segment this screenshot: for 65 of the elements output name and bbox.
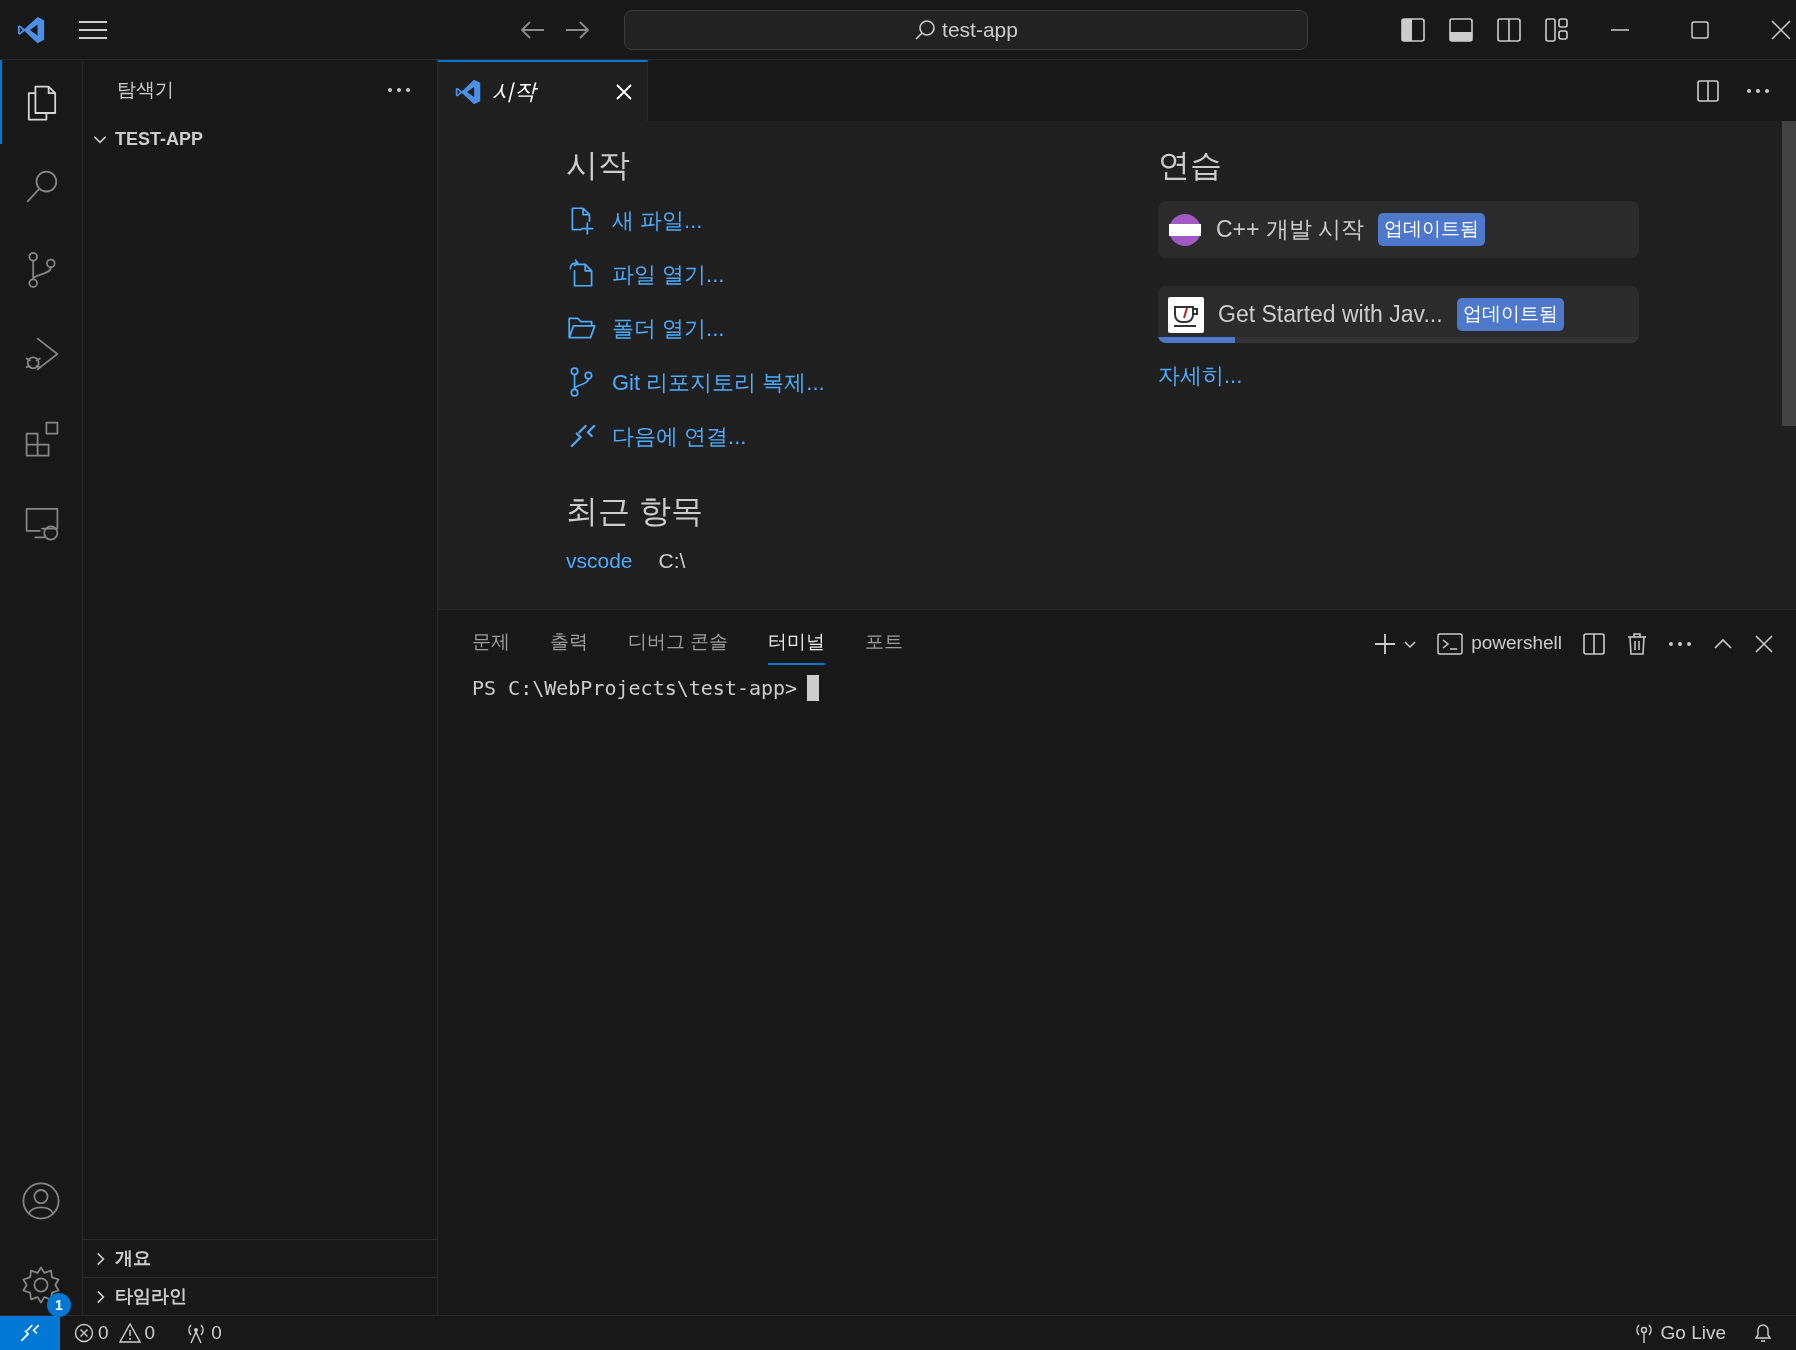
terminal-icon	[1437, 631, 1464, 656]
split-editor-icon[interactable]	[1696, 78, 1720, 103]
panel-tab[interactable]: 포트	[865, 622, 904, 665]
more-actions-icon[interactable]	[1668, 640, 1692, 647]
layout-icon[interactable]	[1544, 16, 1570, 43]
back-arrow-icon[interactable]	[520, 19, 546, 40]
error-icon	[74, 1323, 94, 1343]
recent-path: C:\	[658, 548, 686, 574]
terminal-name[interactable]: powershell	[1471, 629, 1562, 658]
command-center-search[interactable]: test-app	[624, 9, 1308, 50]
section-header[interactable]: 개요	[115, 1245, 151, 1272]
more-actions-icon[interactable]	[1746, 87, 1770, 94]
remote-button[interactable]	[0, 1316, 60, 1350]
remote-icon	[19, 1322, 41, 1344]
card-title: Get Started with Jav...	[1218, 300, 1443, 330]
logo-icon	[454, 77, 482, 106]
bell-icon[interactable]	[1752, 1322, 1774, 1344]
logo-icon	[16, 14, 46, 45]
toggle-sidebar-icon[interactable]	[1400, 16, 1426, 43]
sidebar-title: 탐색기	[117, 77, 174, 102]
panel-tab[interactable]: 출력	[550, 622, 588, 665]
more-link[interactable]: 자세히...	[1158, 359, 1243, 392]
ports-button[interactable]: 0	[185, 1318, 222, 1348]
split-layout-icon[interactable]	[1496, 16, 1522, 43]
forward-arrow-icon[interactable]	[564, 19, 590, 40]
scrollbar-thumb[interactable]	[1782, 121, 1796, 426]
section-heading: 연습	[1158, 146, 1222, 185]
menu-icon[interactable]	[78, 18, 108, 41]
close-icon[interactable]	[1770, 18, 1792, 41]
section-heading: 시작	[566, 146, 630, 185]
terminal-prompt: PS C:\WebProjects\test-app>	[472, 675, 798, 702]
section-heading: 최근 항목	[566, 492, 703, 531]
coffee-cup-icon	[1168, 296, 1204, 333]
updated-badge: 업데이트됨	[1378, 213, 1486, 246]
search-icon	[914, 18, 937, 41]
walkthrough-card[interactable]: C++ 개발 시작 업데이트됨	[1158, 201, 1639, 258]
notification-badge: 1	[47, 1293, 71, 1317]
split-terminal-icon[interactable]	[1582, 631, 1606, 656]
warning-icon	[118, 1323, 141, 1343]
problems-button[interactable]: 0 0	[74, 1318, 156, 1348]
start-link[interactable]: 파일 열기...	[612, 257, 725, 291]
editor-tab[interactable]: 시작	[438, 60, 648, 121]
close-icon[interactable]	[1754, 633, 1774, 654]
card-title: C++ 개발 시작	[1216, 215, 1365, 245]
terminal-cursor	[807, 675, 820, 701]
panel-tab[interactable]: 디버그 콘솔	[628, 622, 729, 665]
start-link[interactable]: Git 리포지토리 복제...	[612, 365, 825, 399]
panel-tab[interactable]: 문제	[472, 622, 510, 665]
search-text: test-app	[942, 16, 1018, 43]
folder-name[interactable]: TEST-APP	[115, 125, 203, 153]
toggle-panel-icon[interactable]	[1448, 16, 1474, 43]
cpp-logo-icon	[1168, 212, 1202, 247]
walkthrough-card[interactable]: Get Started with Jav... 업데이트됨	[1158, 286, 1639, 343]
start-link[interactable]: 다음에 연결...	[612, 419, 747, 453]
panel-tab[interactable]: 터미널	[768, 622, 826, 665]
updated-badge: 업데이트됨	[1456, 298, 1564, 331]
plus-icon[interactable]	[1373, 631, 1398, 656]
start-link[interactable]: 폴더 열기...	[612, 311, 725, 345]
trash-icon[interactable]	[1626, 631, 1648, 656]
start-link[interactable]: 새 파일...	[612, 203, 703, 237]
go-live-button[interactable]: Go Live	[1632, 1318, 1726, 1348]
more-actions-icon[interactable]	[387, 87, 411, 93]
section-header[interactable]: 타임라인	[115, 1283, 187, 1310]
recent-link[interactable]: vscode	[566, 545, 633, 577]
maximize-icon[interactable]	[1690, 19, 1710, 40]
